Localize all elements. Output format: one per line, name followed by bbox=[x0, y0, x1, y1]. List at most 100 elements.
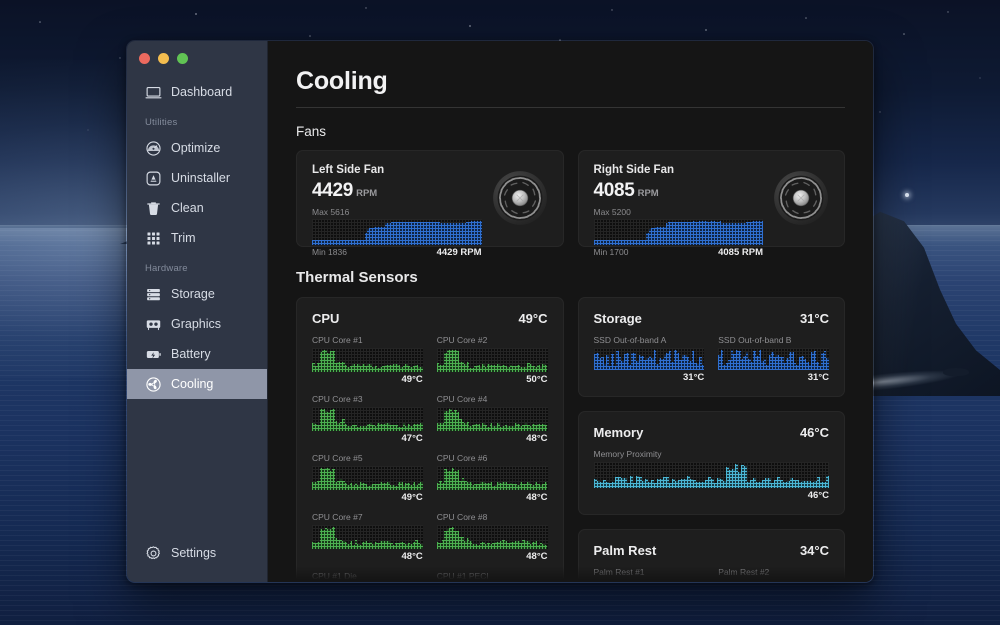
fan-graph bbox=[594, 219, 764, 245]
sidebar-item-label: Clean bbox=[171, 201, 204, 215]
sensor-grid: Memory Proximity 46°C bbox=[594, 449, 830, 501]
sidebar-item-label: Graphics bbox=[171, 317, 221, 331]
trash-bin-icon bbox=[145, 200, 162, 217]
sensor-label: SSD Out-of-band A bbox=[594, 335, 705, 345]
sensor-value: 49°C bbox=[312, 374, 423, 385]
window-controls bbox=[127, 41, 267, 71]
graph-dot-mask bbox=[594, 219, 764, 245]
sensor-label: CPU Core #5 bbox=[312, 453, 423, 463]
sidebar-flex-spacer bbox=[127, 399, 267, 538]
sensor-item: SSD Out-of-band A31°C bbox=[594, 335, 705, 383]
sensor-graph bbox=[594, 348, 705, 370]
sidebar-item-label: Trim bbox=[171, 231, 196, 245]
fan-card-right-col: Right Side Fan 4085RPM Max 5200 bbox=[578, 150, 846, 247]
drive-stack-icon bbox=[145, 286, 162, 303]
thermal-group-name: Palm Rest bbox=[594, 543, 657, 558]
sidebar-section-hardware: Hardware bbox=[127, 253, 267, 279]
thermal-card-cpu[interactable]: CPU 49°C CPU Core #149°CCPU Core #250°CC… bbox=[296, 297, 564, 582]
sidebar-item-battery[interactable]: Battery bbox=[127, 339, 267, 369]
sidebar-item-graphics[interactable]: Graphics bbox=[127, 309, 267, 339]
maximize-button[interactable] bbox=[177, 53, 188, 64]
fan-min-label: Min 1700 bbox=[594, 247, 629, 258]
fan-graph bbox=[312, 219, 482, 245]
sidebar-item-label: Uninstaller bbox=[171, 171, 230, 185]
thermal-group-temp: 49°C bbox=[518, 311, 547, 326]
fan-min-label: Min 1836 bbox=[312, 247, 347, 258]
sensor-item: CPU Core #5 49°C bbox=[312, 453, 423, 503]
sidebar-item-trim[interactable]: Trim bbox=[127, 223, 267, 253]
sidebar-item-dashboard[interactable]: Dashboard bbox=[127, 77, 267, 107]
fan-graph-wrap: Max 5616 Min 1836 4429 RPM bbox=[312, 207, 482, 258]
thermal-card-header: CPU 49°C bbox=[312, 311, 548, 326]
sensor-item: CPU Core #748°C bbox=[312, 512, 423, 562]
sidebar-item-optimize[interactable]: Optimize bbox=[127, 133, 267, 163]
sensor-graph bbox=[594, 580, 705, 582]
sidebar-item-settings[interactable]: Settings bbox=[127, 538, 267, 568]
graph-dot-mask bbox=[312, 525, 423, 549]
fan-current-label: 4085 RPM bbox=[718, 247, 763, 258]
sensor-label: Palm Rest #1 bbox=[594, 567, 705, 577]
fan-max-label: Max 5616 bbox=[312, 207, 482, 217]
sensor-value: 31°C bbox=[718, 372, 829, 383]
graph-dot-mask bbox=[437, 407, 548, 431]
sidebar-item-uninstaller[interactable]: Uninstaller bbox=[127, 163, 267, 193]
sensor-item: Memory Proximity 46°C bbox=[594, 449, 830, 501]
thermal-group-name: Storage bbox=[594, 311, 642, 326]
graph-dot-mask bbox=[594, 348, 705, 370]
fans-row: Left Side Fan 4429RPM Max 5616 bbox=[296, 150, 845, 247]
thermal-row: CPU 49°C CPU Core #149°CCPU Core #250°CC… bbox=[296, 297, 845, 582]
sensor-graph bbox=[437, 407, 548, 431]
star-bright bbox=[905, 193, 909, 197]
sensor-label: Memory Proximity bbox=[594, 449, 830, 459]
graph-dot-mask bbox=[594, 580, 705, 582]
sidebar-item-label: Optimize bbox=[171, 141, 220, 155]
sensor-graph bbox=[437, 466, 548, 490]
sensor-item: CPU Core #3 47°C bbox=[312, 394, 423, 444]
fan-value: 4429 bbox=[312, 180, 353, 201]
offshore-rock bbox=[943, 368, 969, 376]
thermal-card-palm-rest[interactable]: Palm Rest 34°C Palm Rest #136°CPalm Rest… bbox=[578, 529, 846, 582]
graph-dot-mask bbox=[312, 219, 482, 245]
fan-current-label: 4429 RPM bbox=[437, 247, 482, 258]
sensor-value: 49°C bbox=[312, 492, 423, 503]
sidebar-item-clean[interactable]: Clean bbox=[127, 193, 267, 223]
graph-dot-mask bbox=[594, 462, 830, 488]
fan-graph-footer: Min 1700 4085 RPM bbox=[594, 247, 764, 258]
sidebar-item-cooling[interactable]: Cooling bbox=[127, 369, 267, 399]
fan-graph-wrap: Max 5200 Min 1700 4085 RPM bbox=[594, 207, 764, 258]
sidebar: Dashboard Utilities Optimize bbox=[127, 41, 268, 582]
close-button[interactable] bbox=[139, 53, 150, 64]
sensor-value: 47°C bbox=[312, 433, 423, 444]
fan-name: Left Side Fan bbox=[312, 164, 482, 176]
sensor-label: CPU Core #3 bbox=[312, 394, 423, 404]
thermal-group-temp: 46°C bbox=[800, 425, 829, 440]
sensor-item: CPU Core #250°C bbox=[437, 335, 548, 385]
fan-card[interactable]: Left Side Fan 4429RPM Max 5616 bbox=[296, 150, 564, 247]
blower-fan-icon bbox=[492, 170, 548, 226]
minimize-button[interactable] bbox=[158, 53, 169, 64]
sidebar-footer: Settings bbox=[127, 538, 267, 582]
sensor-grid: Palm Rest #136°CPalm Rest #232°C bbox=[594, 567, 830, 582]
sensor-value: 46°C bbox=[594, 490, 830, 501]
thermal-group-name: Memory bbox=[594, 425, 644, 440]
sensor-value: 48°C bbox=[437, 551, 548, 562]
graph-dot-mask bbox=[312, 407, 423, 431]
graph-dot-mask bbox=[437, 348, 548, 372]
sensor-value: 48°C bbox=[437, 492, 548, 503]
sensor-item: CPU #1 Die55°C bbox=[312, 571, 423, 582]
fan-card[interactable]: Right Side Fan 4085RPM Max 5200 bbox=[578, 150, 846, 247]
sensor-label: CPU #1 Die bbox=[312, 571, 423, 581]
thermal-card-storage[interactable]: Storage 31°C SSD Out-of-band A31°CSSD Ou… bbox=[578, 297, 846, 397]
fan-icon bbox=[145, 376, 162, 393]
thermal-card-header: Storage 31°C bbox=[594, 311, 830, 326]
sensor-grid: CPU Core #149°CCPU Core #250°CCPU Core #… bbox=[312, 335, 548, 582]
content-area[interactable]: Cooling Fans Left Side Fan 4429RPM Max 5… bbox=[268, 41, 873, 582]
sidebar-item-storage[interactable]: Storage bbox=[127, 279, 267, 309]
thermal-group-temp: 31°C bbox=[800, 311, 829, 326]
graph-dot-mask bbox=[437, 466, 548, 490]
sensor-value: 48°C bbox=[312, 551, 423, 562]
sensor-label: CPU Core #8 bbox=[437, 512, 548, 522]
fan-card-body: Right Side Fan 4085RPM Max 5200 bbox=[594, 164, 764, 258]
thermal-card-header: Memory 46°C bbox=[594, 425, 830, 440]
thermal-card-memory[interactable]: Memory 46°C Memory Proximity 46°C bbox=[578, 411, 846, 515]
